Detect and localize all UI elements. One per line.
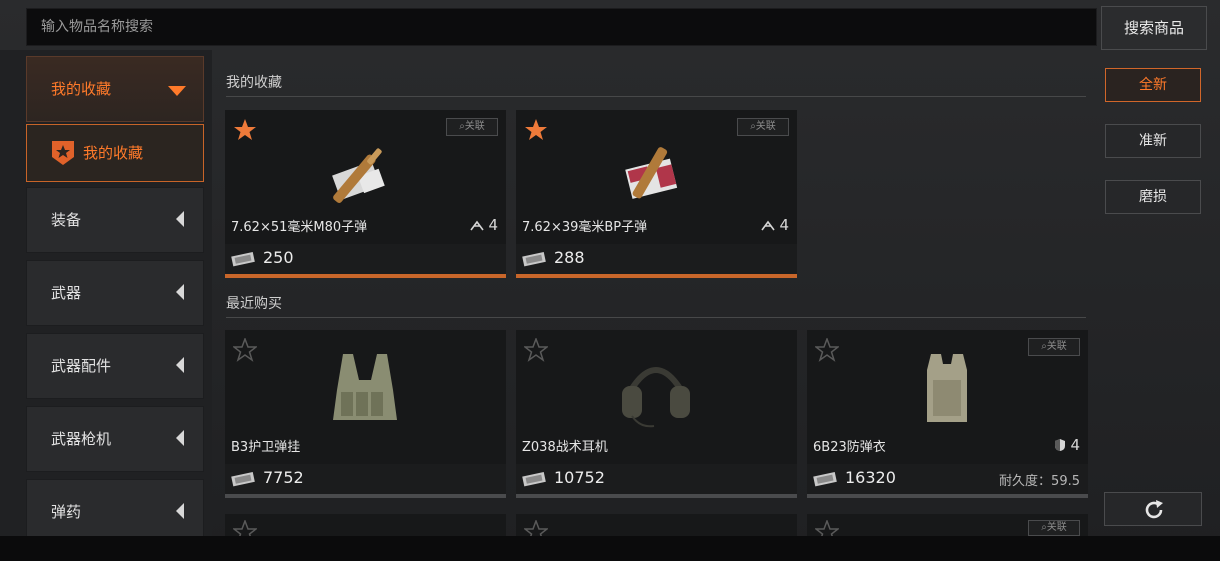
item-card[interactable]: ⌕关联 (807, 514, 1088, 544)
sidebar-item-label: 武器枪机 (51, 430, 112, 448)
body-armor-image (927, 354, 967, 422)
price-bar: 7752 (225, 464, 506, 494)
chevron-left-icon (176, 284, 184, 300)
item-name: Z038战术耳机 (522, 440, 608, 455)
item-price: 16320 (845, 468, 896, 487)
chevron-down-icon (168, 86, 186, 96)
sidebar-item-weapons[interactable]: 武器 (26, 260, 204, 326)
filter-like-new-button[interactable]: 准新 (1105, 124, 1201, 158)
sidebar-item-equipment[interactable]: 装备 (26, 187, 204, 253)
section-title-favorites: 我的收藏 (226, 75, 282, 91)
related-label: 关联 (755, 121, 776, 132)
star-outline-icon[interactable] (524, 338, 548, 362)
star-filled-icon[interactable] (233, 118, 257, 142)
item-name: 7.62×39毫米BP子弹 (522, 220, 648, 235)
sidebar-item-weapon-receivers[interactable]: 武器枪机 (26, 406, 204, 472)
related-button[interactable]: ⌕关联 (1028, 520, 1080, 536)
chevron-left-icon (176, 430, 184, 446)
cash-icon (813, 472, 837, 487)
item-price: 10752 (554, 468, 605, 487)
cash-icon (522, 252, 546, 267)
related-label: 关联 (464, 121, 485, 132)
item-name: 7.62×51毫米M80子弹 (231, 220, 368, 235)
section-title-recent: 最近购买 (226, 296, 282, 312)
item-card[interactable]: B3护卫弹挂 7752 (225, 330, 506, 498)
star-outline-icon[interactable] (233, 338, 257, 362)
item-card[interactable]: ⌕关联 6B23防弹衣 4 16320 耐久度：59.5 (807, 330, 1088, 498)
sidebar-item-weapon-parts[interactable]: 武器配件 (26, 333, 204, 399)
price-bar: 10752 (516, 464, 797, 494)
related-label: 关联 (1046, 522, 1067, 533)
cash-icon (522, 472, 546, 487)
sidebar-item-ammo[interactable]: 弹药 (26, 479, 204, 539)
ammo-box-image (625, 147, 678, 199)
search-button[interactable]: 搜索商品 (1101, 6, 1207, 50)
related-button[interactable]: ⌕关联 (737, 118, 789, 136)
star-outline-icon[interactable] (815, 338, 839, 362)
price-bar: 16320 耐久度：59.5 (807, 464, 1088, 494)
armor-class-icon (1055, 439, 1066, 451)
sidebar-item-label: 我的收藏 (83, 144, 144, 162)
item-card[interactable] (225, 514, 506, 544)
item-stat: 4 (470, 216, 498, 234)
related-button[interactable]: ⌕关联 (1028, 338, 1080, 356)
item-stat: 4 (1054, 436, 1080, 454)
sidebar-group-favorites[interactable]: 我的收藏 (26, 56, 204, 122)
search-input[interactable]: 输入物品名称搜索 (26, 8, 1097, 46)
related-button[interactable]: ⌕关联 (446, 118, 498, 136)
item-card[interactable]: Z038战术耳机 10752 (516, 330, 797, 498)
sidebar-item-label: 武器 (51, 284, 82, 302)
item-card[interactable]: ⌕关联 7.62×39毫米BP子弹 4 288 (516, 110, 797, 278)
item-stat-value: 4 (1070, 436, 1080, 454)
chevron-left-icon (176, 357, 184, 373)
sidebar-item-label: 装备 (51, 211, 82, 229)
item-card[interactable] (516, 514, 797, 544)
star-filled-icon[interactable] (524, 118, 548, 142)
sidebar-item-favorites[interactable]: 我的收藏 (26, 124, 204, 182)
item-price: 250 (263, 248, 294, 267)
related-label: 关联 (1046, 341, 1067, 352)
chest-rig-image (333, 354, 397, 420)
cash-icon (231, 472, 255, 487)
chevron-left-icon (176, 211, 184, 227)
penetration-icon (761, 220, 776, 231)
item-price: 288 (554, 248, 585, 267)
ammo-box-image (332, 148, 385, 203)
cash-icon (231, 252, 255, 267)
item-price: 7752 (263, 468, 304, 487)
penetration-icon (470, 220, 485, 231)
sidebar-group-label: 我的收藏 (51, 80, 112, 98)
item-durability: 耐久度：59.5 (999, 474, 1080, 489)
price-bar: 250 (225, 244, 506, 274)
filter-new-button[interactable]: 全新 (1105, 68, 1201, 102)
refresh-button[interactable] (1104, 492, 1202, 526)
market-screen: 输入物品名称搜索 搜索商品 我的收藏 我的收藏 装备 武器 武器配件 武器枪机 … (0, 0, 1220, 561)
sidebar-item-label: 弹药 (51, 503, 82, 521)
item-stat-value: 4 (779, 216, 789, 234)
favorite-badge-icon (52, 141, 74, 165)
item-name: B3护卫弹挂 (231, 440, 301, 455)
bottom-bar (0, 536, 1220, 561)
item-name: 6B23防弹衣 (813, 440, 886, 455)
item-stat: 4 (761, 216, 789, 234)
sidebar-item-label: 武器配件 (51, 357, 112, 375)
section-divider (226, 317, 1086, 318)
filter-worn-button[interactable]: 磨损 (1105, 180, 1201, 214)
section-divider (226, 96, 1086, 97)
price-bar: 288 (516, 244, 797, 274)
item-stat-value: 4 (488, 216, 498, 234)
refresh-icon (1145, 500, 1163, 519)
headset-image (622, 367, 690, 428)
chevron-left-icon (176, 503, 184, 519)
item-card[interactable]: ⌕关联 7.62×51毫米M80子弹 4 250 (225, 110, 506, 278)
